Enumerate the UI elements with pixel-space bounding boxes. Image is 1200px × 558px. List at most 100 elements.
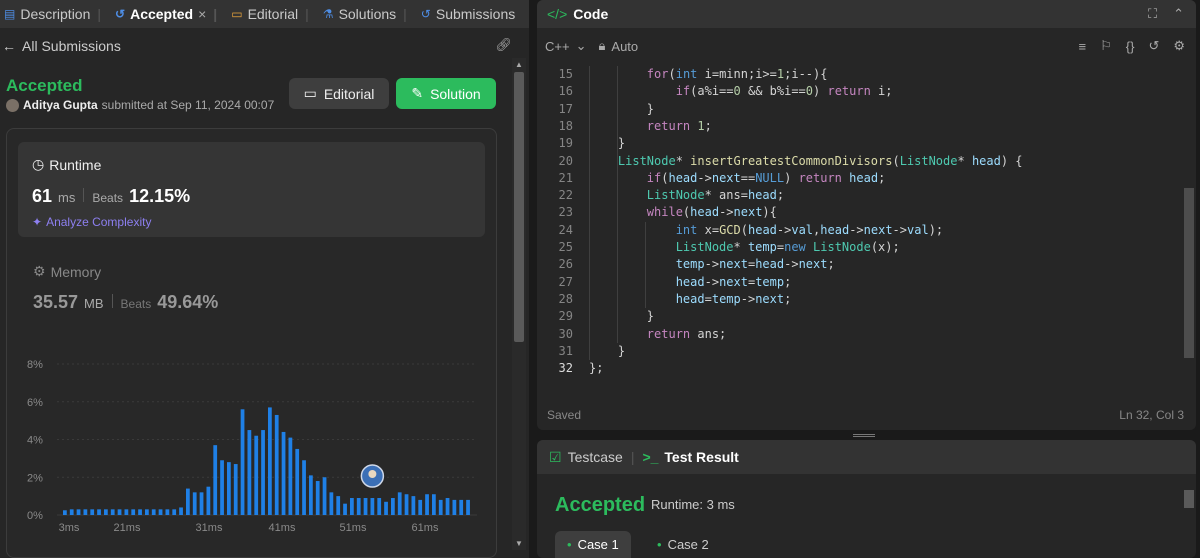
- chart-bar: [384, 501, 388, 515]
- chart-bar: [397, 492, 402, 515]
- settings-icon[interactable]: ⚙: [1173, 38, 1185, 54]
- code-line[interactable]: return ans;: [589, 326, 726, 343]
- case-tab-1[interactable]: • Case 1: [555, 531, 631, 558]
- pass-dot-icon: •: [567, 537, 572, 552]
- memory-value-row: 35.57 MB Beats 49.64%: [33, 292, 218, 313]
- runtime-distribution-chart[interactable]: 8% 6% 4% 2% 0% 3ms 21ms 31ms 41ms 51ms 61ms: [7, 349, 498, 539]
- chart-bar: [438, 499, 443, 515]
- divider: [83, 188, 85, 202]
- tab-divider: |: [97, 6, 102, 22]
- tab-description[interactable]: ▤ Description |: [4, 6, 101, 22]
- beats-label: Beats: [120, 297, 152, 311]
- code-line[interactable]: head=temp->next;: [589, 291, 792, 308]
- line-number: 24: [558, 222, 573, 237]
- code-line[interactable]: temp->next=head->next;: [589, 256, 835, 273]
- scrollbar-thumb[interactable]: [1184, 188, 1194, 358]
- line-number: 23: [558, 205, 573, 220]
- code-line[interactable]: if(head->next==NULL) return head;: [589, 170, 886, 187]
- maximize-icon[interactable]: ⛶: [1148, 6, 1157, 22]
- editor-scrollbar[interactable]: [1182, 58, 1196, 358]
- scroll-up-icon[interactable]: ▲: [515, 60, 523, 69]
- runtime-unit: ms: [58, 190, 76, 205]
- scrollbar-thumb[interactable]: [1184, 490, 1194, 508]
- username[interactable]: Aditya Gupta: [23, 98, 98, 112]
- chart-bar: [411, 496, 416, 515]
- reset-icon[interactable]: ↺: [1148, 38, 1159, 54]
- code-line[interactable]: ListNode* temp=new ListNode(x);: [589, 239, 900, 256]
- chart-bar: [110, 509, 115, 515]
- back-arrow-icon[interactable]: ←: [2, 38, 16, 54]
- all-submissions-link[interactable]: All Submissions: [22, 38, 121, 54]
- format-icon[interactable]: ≡: [1079, 39, 1087, 54]
- tab-editorial[interactable]: ▭ Editorial |: [231, 6, 309, 22]
- braces-icon[interactable]: {}: [1126, 39, 1135, 54]
- analyze-complexity-link[interactable]: ✦ Analyze Complexity: [32, 215, 151, 229]
- runtime-beats: 12.15%: [129, 186, 191, 206]
- history-icon: ↺: [115, 7, 126, 21]
- tab-testcase[interactable]: Testcase: [568, 449, 623, 465]
- y-tick-label: 4%: [27, 435, 43, 447]
- code-panel: </> Code ⛶ ⌃ C++ ⌄ 🔒︎ Auto ≡ ⚐ {} ↺ ⚙ 15…: [537, 0, 1196, 430]
- chart-bar: [186, 488, 190, 515]
- line-number: 19: [558, 136, 573, 151]
- chart-bar: [418, 499, 423, 515]
- code-line[interactable]: };: [589, 360, 603, 377]
- tab-accepted[interactable]: ↺ Accepted × |: [115, 6, 217, 22]
- chip-icon: ⚙: [33, 263, 46, 279]
- description-icon: ▤: [4, 7, 16, 21]
- link-icon[interactable]: 🔗︎: [495, 37, 512, 53]
- chart-bar: [336, 496, 341, 515]
- bookmark-icon[interactable]: ⚐: [1100, 38, 1112, 54]
- scrollbar-thumb[interactable]: [514, 72, 524, 342]
- left-scrollbar[interactable]: ▲ ▼: [512, 58, 526, 550]
- result-scrollbar[interactable]: [1182, 478, 1196, 558]
- code-line[interactable]: head->next=temp;: [589, 274, 792, 291]
- code-line[interactable]: for(int i=minn;i>=1;i--){: [589, 66, 828, 83]
- memory-beats: 49.64%: [157, 292, 219, 312]
- avatar[interactable]: [6, 98, 19, 112]
- tab-submissions[interactable]: ↺ Submissions: [421, 6, 515, 22]
- chart-bar: [179, 507, 183, 515]
- tab-solutions[interactable]: ⚗ Solutions |: [323, 6, 407, 22]
- code-line[interactable]: ListNode* insertGreatestCommonDivisors(L…: [589, 153, 1023, 170]
- line-number: 29: [558, 309, 573, 324]
- code-line[interactable]: }: [589, 343, 625, 360]
- chart-bar: [295, 448, 300, 515]
- code-line[interactable]: int x=GCD(head->val,head->next->val);: [589, 222, 943, 239]
- tab-divider: |: [213, 6, 218, 22]
- code-line[interactable]: }: [589, 135, 625, 152]
- chevron-up-icon[interactable]: ⌃: [1173, 6, 1184, 22]
- resize-handle[interactable]: [853, 434, 875, 437]
- code-line[interactable]: ListNode* ans=head;: [589, 187, 784, 204]
- chevron-down-icon[interactable]: ⌄: [576, 38, 587, 54]
- language-select[interactable]: C++: [545, 39, 570, 54]
- solution-button[interactable]: ✎ Solution: [396, 78, 496, 109]
- line-number: 26: [558, 257, 573, 272]
- runtime-box[interactable]: ◷ Runtime 61 ms Beats 12.15% ✦ Analyze C…: [18, 142, 485, 237]
- result-header: ☑ Testcase | >_ Test Result: [537, 440, 1196, 474]
- code-line[interactable]: return 1;: [589, 118, 712, 135]
- performance-card: ◷ Runtime 61 ms Beats 12.15% ✦ Analyze C…: [6, 128, 497, 558]
- auto-mode[interactable]: Auto: [611, 39, 638, 54]
- result-status: Accepted: [555, 494, 646, 516]
- editorial-button[interactable]: ▭ Editorial: [289, 78, 389, 109]
- chart-bar: [131, 509, 136, 515]
- result-runtime: Runtime: 3 ms: [651, 497, 735, 512]
- scroll-down-icon[interactable]: ▼: [515, 539, 523, 548]
- code-editor[interactable]: 15 for(int i=minn;i>=1;i--){16 if(a%i==0…: [537, 60, 1182, 390]
- code-line[interactable]: if(a%i==0 && b%i==0) return i;: [589, 83, 893, 100]
- chart-bar: [350, 498, 354, 515]
- line-number: 17: [558, 101, 573, 116]
- tab-test-result[interactable]: Test Result: [664, 449, 738, 465]
- chart-bar: [425, 494, 429, 515]
- indent-guide: [645, 221, 646, 309]
- code-line[interactable]: }: [589, 308, 654, 325]
- code-header-actions: ⛶ ⌃: [1148, 6, 1184, 22]
- chart-bar: [97, 509, 101, 515]
- case-tab-2[interactable]: • Case 2: [645, 531, 721, 558]
- saved-status: Saved: [547, 408, 582, 422]
- memory-unit: MB: [84, 296, 104, 311]
- line-number: 18: [558, 118, 573, 133]
- code-line[interactable]: }: [589, 101, 654, 118]
- close-icon[interactable]: ×: [198, 6, 206, 22]
